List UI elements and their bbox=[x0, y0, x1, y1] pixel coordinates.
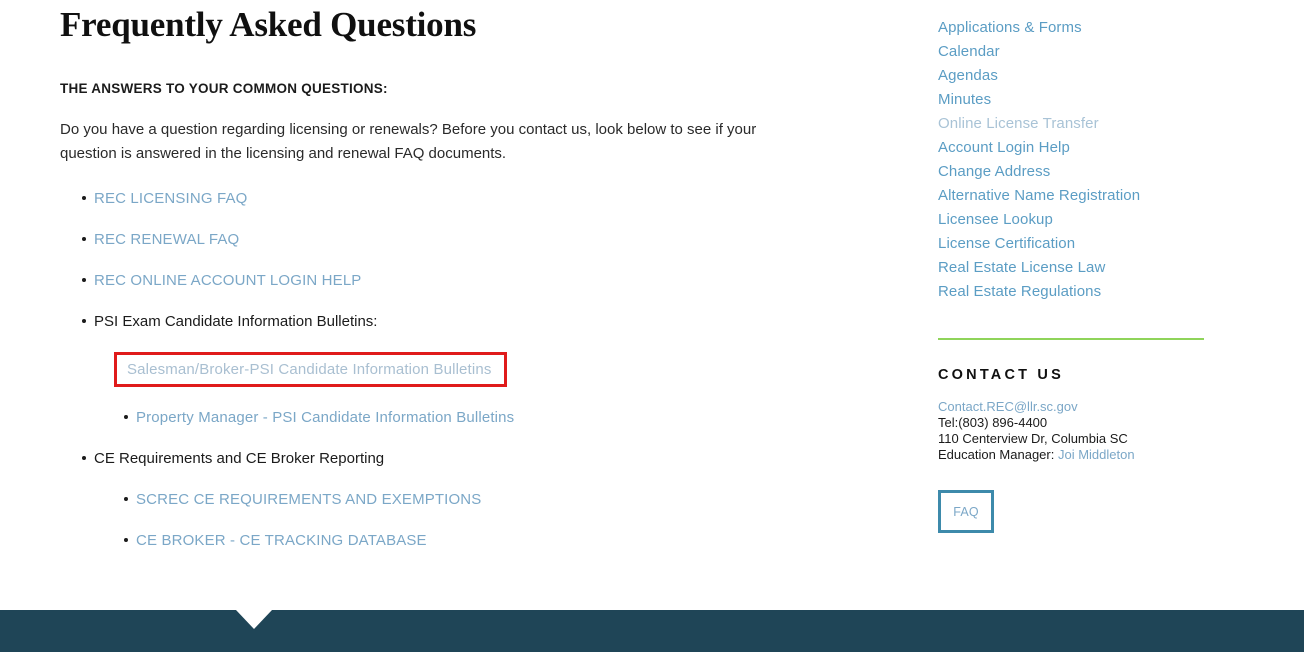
sidebar-item-change-address[interactable]: Change Address bbox=[938, 160, 1206, 184]
bullet-icon bbox=[82, 456, 86, 460]
contact-us-heading: CONTACT US bbox=[938, 367, 1064, 383]
list-item: Calendar bbox=[938, 40, 1206, 64]
main-content: Frequently Asked Questions THE ANSWERS T… bbox=[60, 0, 820, 551]
list-item: PSI Exam Candidate Information Bulletins… bbox=[82, 311, 820, 428]
education-manager-link[interactable]: Joi Middleton bbox=[1058, 447, 1135, 462]
ce-requirements-sublist: SCREC CE REQUIREMENTS AND EXEMPTIONS CE … bbox=[94, 489, 820, 551]
contact-details: Contact.REC@llr.sc.gov Tel:(803) 896-440… bbox=[938, 399, 1206, 463]
contact-address: 110 Centerview Dr, Columbia SC bbox=[938, 431, 1128, 446]
sidebar-item-online-license-transfer[interactable]: Online License Transfer bbox=[938, 112, 1206, 136]
list-item: Alternative Name Registration bbox=[938, 184, 1206, 208]
psi-bulletins-label: PSI Exam Candidate Information Bulletins… bbox=[94, 313, 378, 330]
bullet-icon bbox=[82, 278, 86, 282]
list-item: Property Manager - PSI Candidate Informa… bbox=[124, 407, 820, 428]
list-item: Salesman/Broker-PSI Candidate Informatio… bbox=[114, 352, 820, 387]
sidebar-item-minutes[interactable]: Minutes bbox=[938, 88, 1206, 112]
faq-link-rec-renewal[interactable]: REC RENEWAL FAQ bbox=[94, 231, 239, 248]
list-item: Account Login Help bbox=[938, 136, 1206, 160]
sidebar-link-list: Applications & Forms Calendar Agendas Mi… bbox=[938, 0, 1206, 304]
green-divider bbox=[938, 338, 1204, 340]
list-item: Agendas bbox=[938, 64, 1206, 88]
sidebar-item-agendas[interactable]: Agendas bbox=[938, 64, 1206, 88]
list-item: Online License Transfer bbox=[938, 112, 1206, 136]
list-item: SCREC CE REQUIREMENTS AND EXEMPTIONS bbox=[124, 489, 820, 510]
list-item: Licensee Lookup bbox=[938, 208, 1206, 232]
faq-link-rec-licensing[interactable]: REC LICENSING FAQ bbox=[94, 190, 247, 207]
faq-link-screc-ce-requirements[interactable]: SCREC CE REQUIREMENTS AND EXEMPTIONS bbox=[136, 491, 481, 508]
sidebar: Applications & Forms Calendar Agendas Mi… bbox=[938, 0, 1206, 533]
ce-requirements-label: CE Requirements and CE Broker Reporting bbox=[94, 450, 385, 467]
education-manager-label: Education Manager: bbox=[938, 447, 1055, 462]
list-item: Change Address bbox=[938, 160, 1206, 184]
faq-link-salesman-broker-psi-bulletins[interactable]: Salesman/Broker-PSI Candidate Informatio… bbox=[127, 361, 492, 378]
sidebar-item-alternative-name-registration[interactable]: Alternative Name Registration bbox=[938, 184, 1206, 208]
sidebar-item-real-estate-license-law[interactable]: Real Estate License Law bbox=[938, 256, 1206, 280]
footer-bar bbox=[0, 610, 1304, 652]
sidebar-item-real-estate-regulations[interactable]: Real Estate Regulations bbox=[938, 280, 1206, 304]
sidebar-item-account-login-help[interactable]: Account Login Help bbox=[938, 136, 1206, 160]
sidebar-item-license-certification[interactable]: License Certification bbox=[938, 232, 1206, 256]
bullet-icon bbox=[82, 319, 86, 323]
bullet-icon bbox=[124, 538, 128, 542]
red-highlight-box: Salesman/Broker-PSI Candidate Informatio… bbox=[114, 352, 507, 387]
list-item: REC RENEWAL FAQ bbox=[82, 229, 820, 250]
list-item: REC ONLINE ACCOUNT LOGIN HELP bbox=[82, 270, 820, 291]
list-item: Applications & Forms bbox=[938, 16, 1206, 40]
contact-email-line: Contact.REC@llr.sc.gov bbox=[938, 399, 1206, 415]
sidebar-item-licensee-lookup[interactable]: Licensee Lookup bbox=[938, 208, 1206, 232]
bullet-icon bbox=[82, 196, 86, 200]
sidebar-item-calendar[interactable]: Calendar bbox=[938, 40, 1206, 64]
list-item: REC LICENSING FAQ bbox=[82, 188, 820, 209]
list-item: Minutes bbox=[938, 88, 1206, 112]
sidebar-item-applications-forms[interactable]: Applications & Forms bbox=[938, 16, 1206, 40]
contact-education-manager-line: Education Manager: Joi Middleton bbox=[938, 447, 1206, 463]
intro-paragraph: Do you have a question regarding licensi… bbox=[60, 121, 757, 162]
list-item: License Certification bbox=[938, 232, 1206, 256]
faq-link-list: REC LICENSING FAQ REC RENEWAL FAQ REC ON… bbox=[60, 188, 820, 551]
list-item: CE Requirements and CE Broker Reporting … bbox=[82, 448, 820, 551]
faq-link-ce-broker-tracking-database[interactable]: CE BROKER - CE TRACKING DATABASE bbox=[136, 532, 427, 549]
page-title: Frequently Asked Questions bbox=[60, 5, 477, 44]
footer-notch-triangle-icon bbox=[236, 610, 272, 629]
faq-link-property-manager-psi-bulletins[interactable]: Property Manager - PSI Candidate Informa… bbox=[136, 409, 514, 426]
psi-bulletins-sublist: Salesman/Broker-PSI Candidate Informatio… bbox=[94, 352, 820, 428]
bullet-icon bbox=[82, 237, 86, 241]
faq-link-rec-online-account-login-help[interactable]: REC ONLINE ACCOUNT LOGIN HELP bbox=[94, 272, 361, 289]
faq-button[interactable]: FAQ bbox=[938, 490, 994, 533]
contact-phone: Tel:(803) 896-4400 bbox=[938, 415, 1048, 430]
section-subheading: THE ANSWERS TO YOUR COMMON QUESTIONS: bbox=[60, 81, 388, 96]
bullet-icon bbox=[124, 497, 128, 501]
list-item: Real Estate License Law bbox=[938, 256, 1206, 280]
list-item: Real Estate Regulations bbox=[938, 280, 1206, 304]
list-item: CE BROKER - CE TRACKING DATABASE bbox=[124, 530, 820, 551]
bullet-icon bbox=[124, 415, 128, 419]
contact-email-link[interactable]: Contact.REC@llr.sc.gov bbox=[938, 399, 1078, 414]
